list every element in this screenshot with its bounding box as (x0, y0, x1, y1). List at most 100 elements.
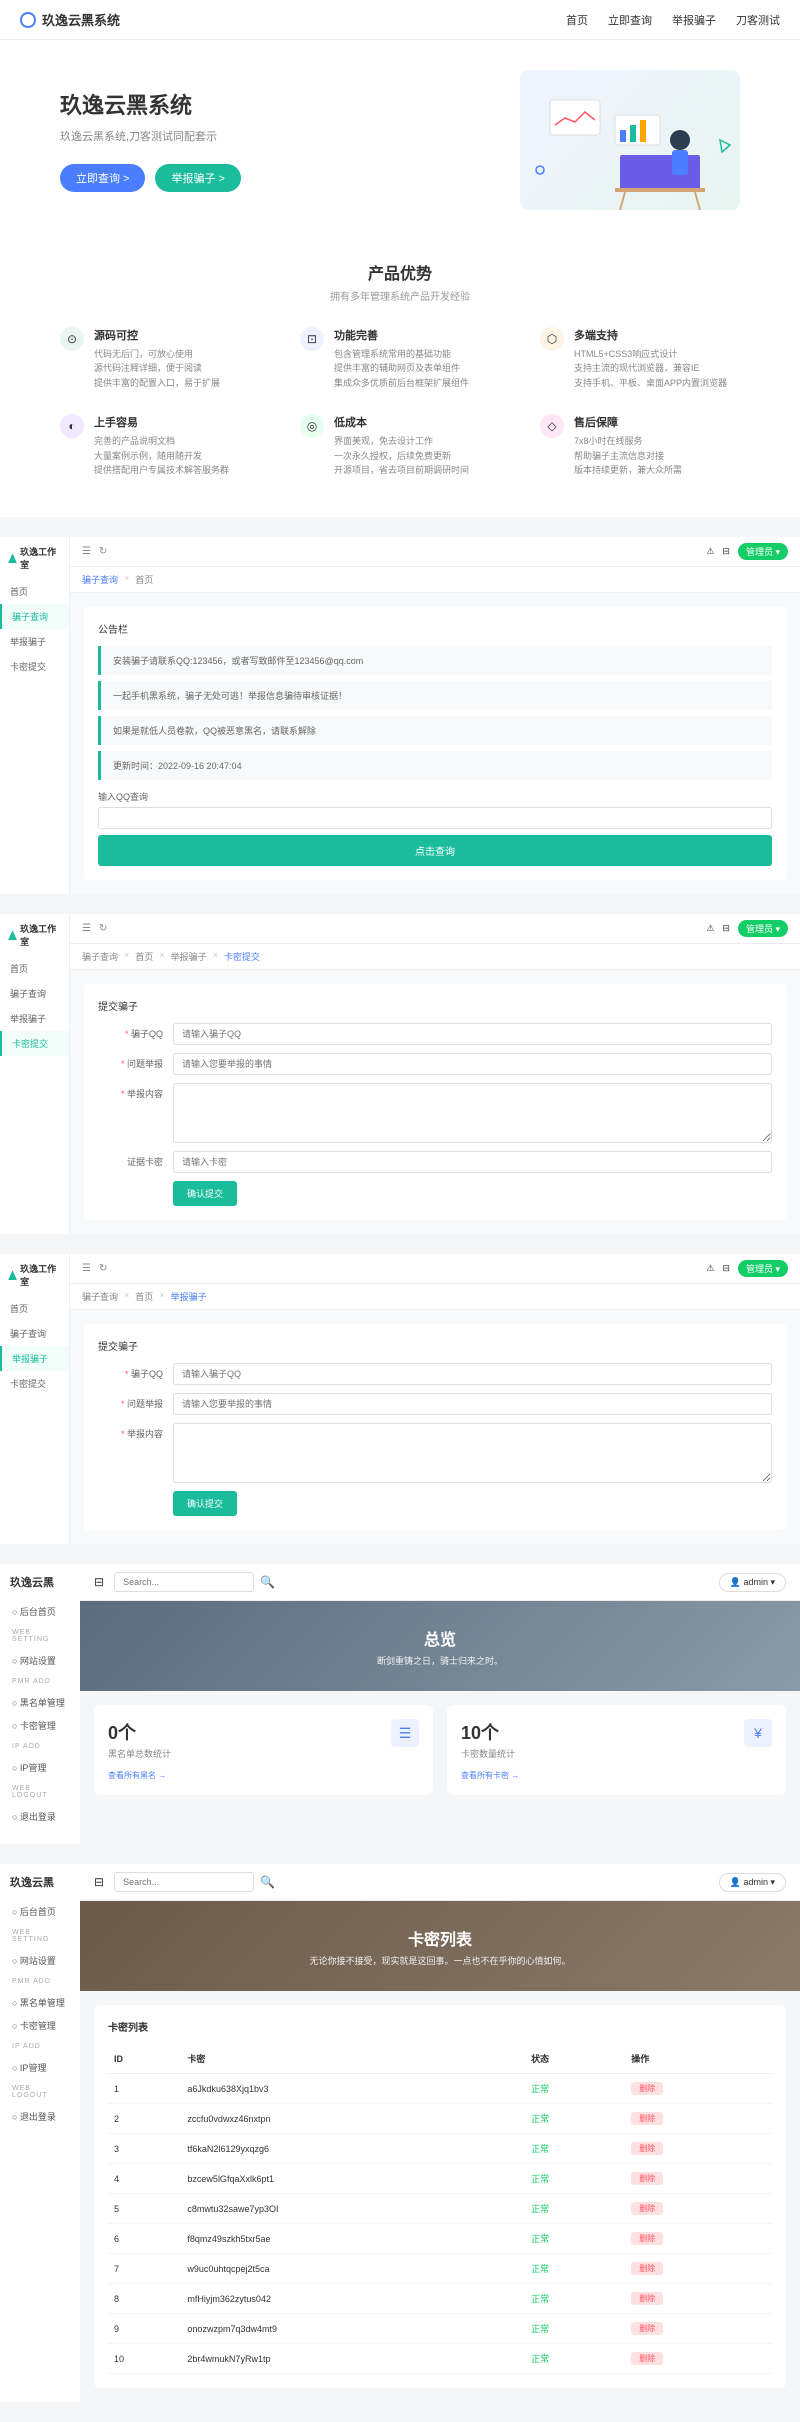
features-title: 产品优势 (60, 260, 740, 284)
query-button[interactable]: 立即查询 > (60, 164, 145, 192)
admin-logo: 玖逸工作室 (0, 537, 69, 579)
table-row: 8mfHiyjm362zytus042正常删除 (108, 2284, 772, 2314)
breadcrumb-item[interactable]: 骗子查询 (82, 1290, 118, 1303)
delete-button[interactable]: 删除 (631, 2172, 663, 2185)
brand-logo: 玖逸云黑系统 (20, 10, 120, 29)
sidebar-item[interactable]: ○ 卡密管理 (0, 2014, 80, 2037)
delete-button[interactable]: 删除 (631, 2322, 663, 2335)
breadcrumb-item[interactable]: 举报骗子 (171, 950, 207, 963)
breadcrumb-item[interactable]: 首页 (135, 1290, 153, 1303)
form-label: 问题举报 (98, 1393, 163, 1410)
feature-icon: ◇ (540, 414, 564, 438)
sidebar-item[interactable]: ○ IP管理 (0, 2056, 80, 2079)
form-input[interactable] (173, 1363, 772, 1385)
delete-button[interactable]: 删除 (631, 2202, 663, 2215)
user-badge[interactable]: 管理员 ▾ (738, 543, 788, 560)
sidebar-item[interactable]: ○ 退出登录 (0, 2105, 80, 2128)
delete-button[interactable]: 删除 (631, 2082, 663, 2095)
sidebar-item[interactable]: 卡密提交 (0, 1031, 69, 1056)
form-label: 骗子QQ (98, 1023, 163, 1040)
table-row: 9onozwzpm7q3dw4mt9正常删除 (108, 2314, 772, 2344)
sidebar-item[interactable]: ○ 网站设置 (0, 1949, 80, 1972)
admin-card-submit-section: 玖逸工作室 首页骗子查询举报骗子卡密提交 ☰↻ ⚠⊟管理员 ▾ 骗子查询×首页×… (0, 914, 800, 1234)
sidebar-item[interactable]: ○ 黑名单管理 (0, 1691, 80, 1714)
breadcrumb-item[interactable]: 首页 (135, 573, 153, 586)
delete-button[interactable]: 删除 (631, 2352, 663, 2365)
nav-link[interactable]: 立即查询 (608, 12, 652, 28)
sidebar-item[interactable]: ○ 后台首页 (0, 1900, 80, 1923)
nav-link[interactable]: 刀客测试 (736, 12, 780, 28)
sidebar-item[interactable]: ○ 网站设置 (0, 1649, 80, 1672)
form-textarea[interactable] (173, 1423, 772, 1483)
submit-button[interactable]: 确认提交 (173, 1181, 237, 1206)
nav-link[interactable]: 首页 (566, 12, 588, 28)
notice-item: 安装骗子请联系QQ:123456，或者写致邮件至123456@qq.com (98, 646, 772, 675)
logo-icon (20, 12, 36, 28)
sidebar-item[interactable]: 举报骗子 (0, 1346, 69, 1371)
menu-toggle-icon[interactable]: ☰ (82, 546, 91, 557)
top-nav: 玖逸云黑系统 首页 立即查询 举报骗子 刀客测试 (0, 0, 800, 40)
hero-title: 玖逸云黑系统 (60, 88, 520, 120)
sidebar-item[interactable]: 举报骗子 (0, 1006, 69, 1031)
stat-link[interactable]: 查看所有黑名 → (108, 1770, 419, 1781)
sidebar-item[interactable]: ○ 黑名单管理 (0, 1991, 80, 2014)
table-row: 6f8qmz49szkh5txr5ae正常删除 (108, 2224, 772, 2254)
search-input[interactable] (114, 1572, 254, 1592)
breadcrumb-item[interactable]: 骗子查询 (82, 950, 118, 963)
sidebar-item[interactable]: 举报骗子 (0, 629, 69, 654)
sidebar-item[interactable]: ○ 卡密管理 (0, 1714, 80, 1737)
notification-icon[interactable]: ⊟ (722, 546, 730, 557)
search-button[interactable]: 🔍 (260, 1575, 275, 1589)
sidebar-item[interactable]: 首页 (0, 956, 69, 981)
form-input[interactable] (173, 1053, 772, 1075)
stat-card: 0个黑名单总数统计查看所有黑名 →☰ (94, 1705, 433, 1795)
form-input[interactable] (173, 1393, 772, 1415)
sidebar-item[interactable]: 卡密提交 (0, 1371, 69, 1396)
sidebar-item[interactable]: 首页 (0, 1296, 69, 1321)
sidebar-item[interactable]: ○ 退出登录 (0, 1805, 80, 1828)
query-submit-button[interactable]: 点击查询 (98, 835, 772, 866)
breadcrumb-item[interactable]: 骗子查询 (82, 573, 118, 586)
form-input[interactable] (173, 1023, 772, 1045)
report-button[interactable]: 举报骗子 > (155, 164, 240, 192)
sidebar-item[interactable]: 卡密提交 (0, 654, 69, 679)
nav-link[interactable]: 举报骗子 (672, 12, 716, 28)
stat-link[interactable]: 查看所有卡密 → (461, 1770, 772, 1781)
user-dropdown[interactable]: 👤 admin ▾ (719, 1573, 786, 1592)
form-input[interactable] (173, 1151, 772, 1173)
sidebar-item[interactable]: ○ 后台首页 (0, 1600, 80, 1623)
breadcrumb-item[interactable]: 卡密提交 (224, 950, 260, 963)
table-row: 1a6Jkdku638Xjq1bv3正常删除 (108, 2074, 772, 2104)
overview-hero: 总览 断剑重铸之日，骑士归来之时。 (80, 1601, 800, 1691)
query-label: 输入QQ查询 (98, 790, 772, 803)
breadcrumb-item[interactable]: 首页 (135, 950, 153, 963)
refresh-icon[interactable]: ↻ (99, 546, 107, 557)
feature-item: ⊙源码可控代码无后门，可放心使用源代码注释详细，便于阅读提供丰富的配置入口，易于… (60, 327, 260, 390)
sidebar-item[interactable]: 首页 (0, 579, 69, 604)
table-row: 3tf6kaN2l6129yxqzg6正常删除 (108, 2134, 772, 2164)
form-textarea[interactable] (173, 1083, 772, 1143)
delete-button[interactable]: 删除 (631, 2262, 663, 2275)
notice-item: 更新时间：2022-09-16 20:47:04 (98, 751, 772, 780)
delete-button[interactable]: 删除 (631, 2232, 663, 2245)
sidebar-item[interactable]: 骗子查询 (0, 1321, 69, 1346)
stat-card: 10个卡密数量统计查看所有卡密 →¥ (447, 1705, 786, 1795)
stat-icon: ¥ (744, 1719, 772, 1747)
alert-icon[interactable]: ⚠ (706, 546, 714, 557)
qq-query-input[interactable] (98, 807, 772, 829)
feature-icon: ⊙ (60, 327, 84, 351)
delete-button[interactable]: 删除 (631, 2142, 663, 2155)
refresh-icon[interactable]: ↻ (99, 923, 107, 934)
submit-button[interactable]: 确认提交 (173, 1491, 237, 1516)
form-label: 举报内容 (98, 1423, 163, 1440)
sidebar-item[interactable]: 骗子查询 (0, 604, 69, 629)
breadcrumb-item[interactable]: 举报骗子 (171, 1290, 207, 1303)
delete-button[interactable]: 删除 (631, 2292, 663, 2305)
menu-icon[interactable]: ⊟ (94, 1575, 104, 1589)
brand-text: 玖逸云黑系统 (42, 10, 120, 29)
menu-toggle-icon[interactable]: ☰ (82, 923, 91, 934)
delete-button[interactable]: 删除 (631, 2112, 663, 2125)
admin-report-section: 玖逸工作室 首页骗子查询举报骗子卡密提交 ☰↻ ⚠⊟管理员 ▾ 骗子查询×首页×… (0, 1254, 800, 1544)
sidebar-item[interactable]: 骗子查询 (0, 981, 69, 1006)
sidebar-item[interactable]: ○ IP管理 (0, 1756, 80, 1779)
